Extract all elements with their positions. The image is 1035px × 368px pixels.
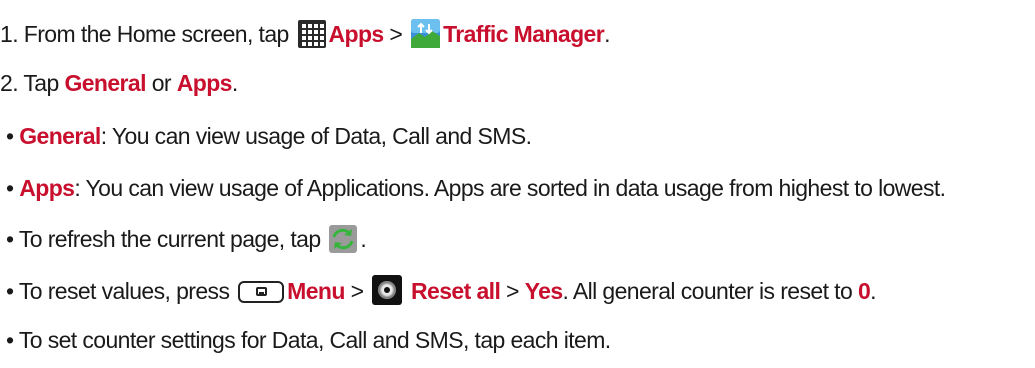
- general-label: General: [64, 70, 146, 96]
- reset-text: • To reset values, press: [6, 278, 230, 304]
- bullet-refresh: • To refresh the current page, tap .: [6, 224, 1035, 254]
- step-1-end: .: [604, 21, 610, 47]
- refresh-end: .: [360, 226, 367, 252]
- refresh-icon: [329, 225, 358, 253]
- bullet-apps: • Apps: You can view usage of Applicatio…: [6, 173, 1035, 203]
- counter-text: • To set counter settings for Data, Call…: [6, 327, 611, 353]
- step-2-end: .: [231, 70, 238, 96]
- zero-value: 0: [857, 278, 871, 304]
- step-1-text: 1. From the Home screen, tap: [0, 21, 289, 47]
- reset-all-icon: [372, 275, 403, 305]
- traffic-manager-icon: [411, 19, 441, 48]
- separator: >: [350, 278, 364, 304]
- menu-key-icon: [238, 281, 285, 303]
- reset-middle: . All general counter is reset to: [562, 278, 853, 304]
- or-text: or: [151, 70, 172, 96]
- menu-label: Menu: [287, 278, 345, 304]
- reset-end: .: [870, 278, 876, 304]
- apps-term: Apps: [19, 175, 75, 201]
- apps-description: : You can view usage of Applications. Ap…: [74, 175, 946, 201]
- general-term: General: [19, 123, 101, 149]
- apps-grid-icon: [297, 20, 326, 48]
- refresh-text: • To refresh the current page, tap: [6, 226, 321, 252]
- separator: >: [389, 21, 403, 47]
- separator: >: [506, 278, 519, 304]
- step-2-text: 2. Tap: [0, 70, 59, 96]
- bullet-reset: • To reset values, press Menu > Reset al…: [6, 275, 1035, 306]
- yes-label: Yes: [524, 278, 563, 304]
- apps-label: Apps: [176, 70, 233, 96]
- reset-all-label: Reset all: [411, 278, 501, 304]
- apps-label: Apps: [328, 21, 385, 47]
- bullet-glyph: •: [6, 123, 14, 149]
- step-1: 1. From the Home screen, tap Apps > Traf…: [0, 19, 1035, 49]
- bullet-counter: • To set counter settings for Data, Call…: [6, 325, 1035, 355]
- bullet-general: • General: You can view usage of Data, C…: [6, 121, 1035, 151]
- bullet-glyph: •: [6, 175, 14, 201]
- step-2: 2. Tap General or Apps.: [0, 68, 1035, 98]
- traffic-manager-label: Traffic Manager: [443, 21, 605, 47]
- general-description: : You can view usage of Data, Call and S…: [100, 123, 532, 149]
